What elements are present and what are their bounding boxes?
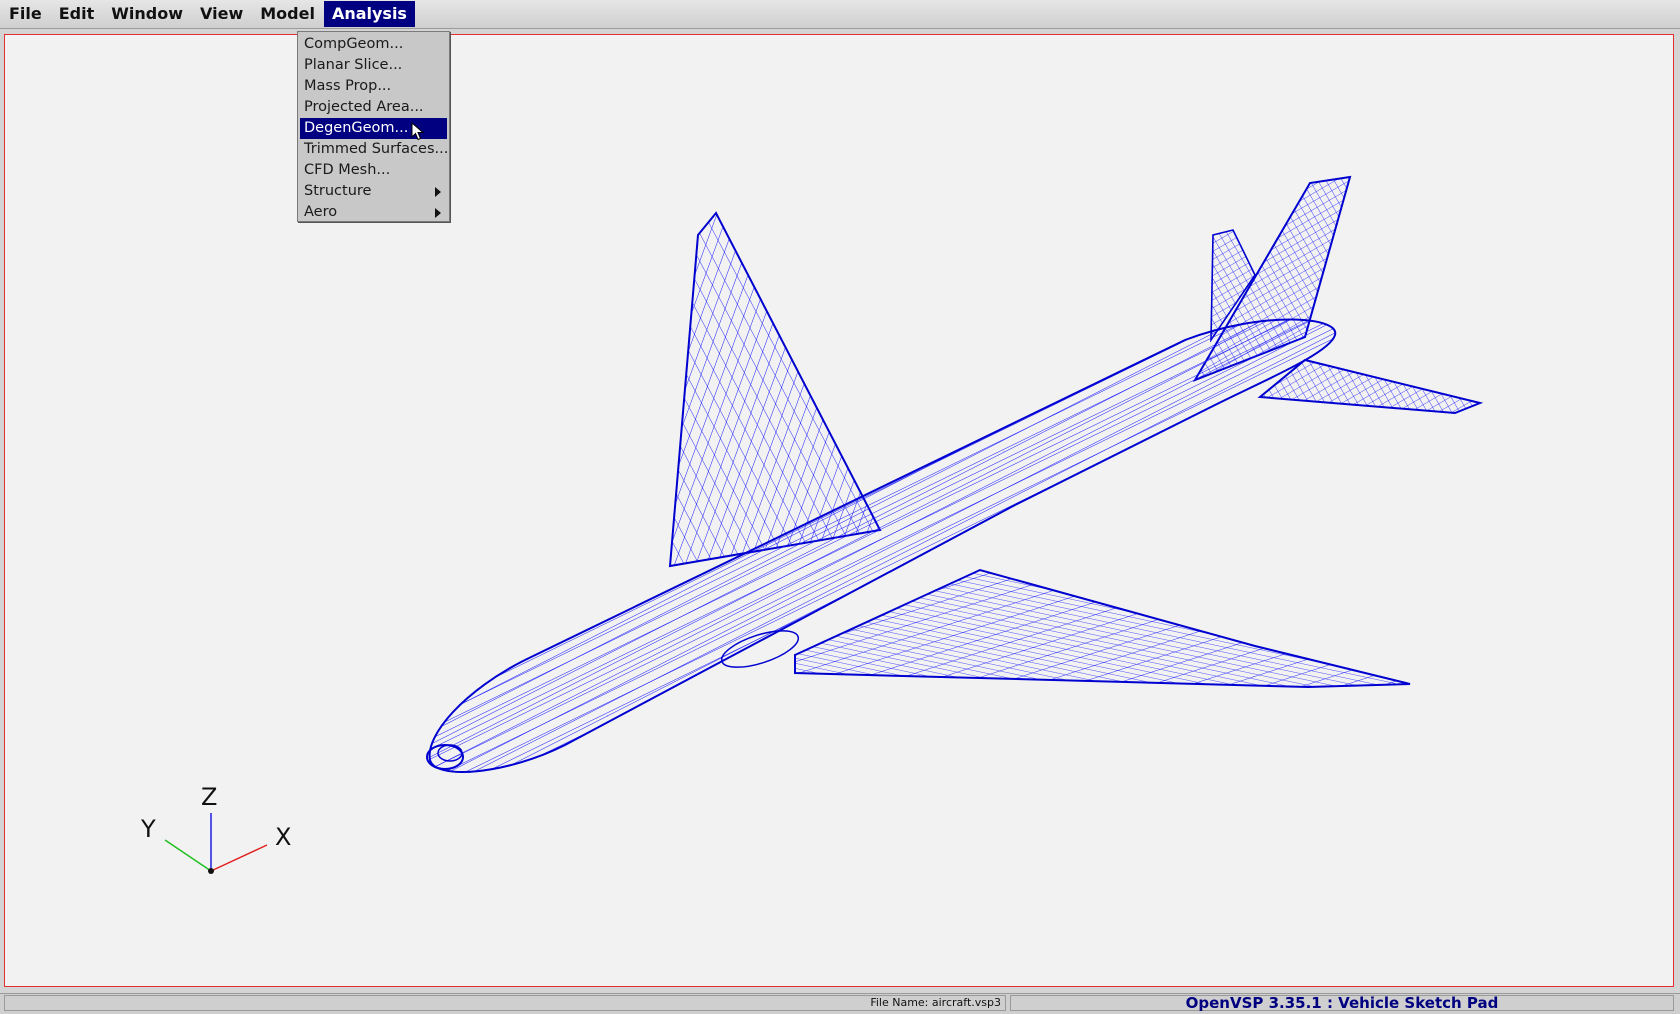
menu-item-projected-area[interactable]: Projected Area... bbox=[300, 97, 447, 118]
menu-file[interactable]: File bbox=[1, 1, 50, 27]
menu-view[interactable]: View bbox=[192, 1, 251, 27]
status-bar: File Name: aircraft.vsp3 OpenVSP 3.35.1 … bbox=[0, 993, 1680, 1014]
z-axis-label: Z bbox=[201, 783, 217, 811]
fuselage-wireframe bbox=[426, 318, 1337, 773]
axis-triad: Z Y X bbox=[140, 783, 291, 874]
triangle-right-icon bbox=[435, 187, 441, 197]
menu-edit[interactable]: Edit bbox=[51, 1, 103, 27]
menu-bar: File Edit Window View Model Analysis bbox=[0, 0, 1680, 29]
menu-item-trimmed-surfaces[interactable]: Trimmed Surfaces... bbox=[300, 139, 448, 160]
menu-item-aero-label: Aero bbox=[304, 204, 338, 220]
3d-viewport[interactable]: Z Y X bbox=[4, 34, 1674, 987]
arrow-cursor-icon bbox=[411, 122, 425, 141]
x-axis-label: X bbox=[275, 823, 291, 851]
menu-item-structure[interactable]: Structure bbox=[300, 181, 447, 202]
y-axis-line bbox=[164, 839, 212, 872]
menu-item-mass-prop[interactable]: Mass Prop... bbox=[300, 76, 447, 97]
menu-window[interactable]: Window bbox=[103, 1, 191, 27]
menu-item-planar-slice[interactable]: Planar Slice... bbox=[300, 55, 447, 76]
menu-analysis[interactable]: Analysis bbox=[323, 1, 415, 27]
file-name-status: File Name: aircraft.vsp3 bbox=[4, 995, 1006, 1011]
triangle-right-icon bbox=[435, 208, 441, 218]
menu-item-structure-label: Structure bbox=[304, 183, 372, 199]
menu-model[interactable]: Model bbox=[252, 1, 323, 27]
app-title-status: OpenVSP 3.35.1 : Vehicle Sketch Pad bbox=[1010, 995, 1674, 1011]
axis-origin bbox=[208, 868, 214, 874]
viewport-canvas: Z Y X bbox=[140, 175, 1484, 874]
x-axis-line bbox=[210, 844, 268, 872]
menu-item-cfd-mesh[interactable]: CFD Mesh... bbox=[300, 160, 447, 181]
y-axis-label: Y bbox=[140, 815, 156, 843]
analysis-dropdown-menu: CompGeom... Planar Slice... Mass Prop...… bbox=[297, 31, 450, 222]
menu-item-aero[interactable]: Aero bbox=[300, 202, 447, 223]
menu-item-compgeom[interactable]: CompGeom... bbox=[300, 34, 447, 55]
